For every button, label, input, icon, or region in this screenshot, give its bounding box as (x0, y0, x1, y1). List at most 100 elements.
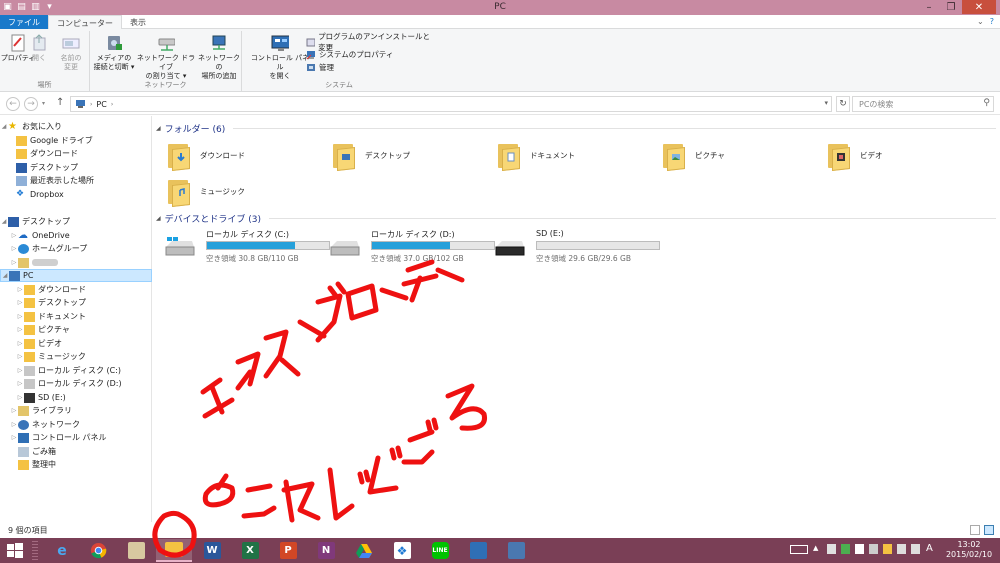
chevron-right-icon[interactable]: ▷ (16, 326, 24, 333)
breadcrumb-pc[interactable]: PC (96, 100, 106, 109)
tray-app-icon[interactable] (827, 544, 836, 554)
search-input[interactable]: PCの検索 ⚲ (852, 96, 994, 112)
drives-section-header[interactable]: ◢ デバイスとドライブ (3) (156, 211, 996, 225)
nav-pc-drive-c[interactable]: ▷ ローカル ディスク (C:) (0, 364, 152, 377)
chevron-right-icon[interactable]: ▷ (10, 407, 18, 414)
nav-item-recycle-bin[interactable]: ごみ箱 (0, 445, 152, 458)
details-view-button[interactable] (970, 525, 980, 535)
dropbox-taskbar-icon[interactable]: ❖ (384, 539, 420, 562)
volume-icon[interactable] (911, 544, 920, 554)
chevron-right-icon[interactable]: ▷ (16, 367, 24, 374)
chevron-right-icon[interactable]: ▷ (10, 245, 18, 252)
chevron-down-icon[interactable]: ◢ (1, 272, 9, 279)
nav-pc-desktop[interactable]: ▷ デスクトップ (0, 296, 152, 309)
chevron-right-icon[interactable]: ▷ (10, 232, 18, 239)
ime-indicator[interactable]: A (926, 543, 933, 554)
folder-desktop[interactable]: デスクトップ (331, 138, 481, 172)
media-connect-button[interactable]: メディアの 接続と切断 ▾ (92, 34, 136, 72)
forward-button[interactable]: → (24, 97, 38, 111)
recent-locations-icon[interactable]: ▾ (42, 100, 45, 107)
address-field[interactable]: › PC › ▾ (70, 96, 832, 112)
chevron-right-icon[interactable]: ▷ (16, 286, 24, 293)
internet-explorer-icon[interactable]: e (44, 539, 80, 562)
up-button[interactable]: ↑ (56, 97, 64, 108)
google-drive-icon[interactable] (346, 539, 382, 562)
tray-sync-icon[interactable] (841, 544, 850, 554)
folder-pictures[interactable]: ピクチャ (661, 138, 811, 172)
chevron-up-icon[interactable]: ▲ (813, 544, 822, 554)
close-button[interactable]: ✕ (962, 0, 996, 14)
nav-pc[interactable]: ◢ PC (0, 269, 152, 282)
chevron-down-icon[interactable]: ◢ (156, 125, 161, 132)
chevron-right-icon[interactable]: ▷ (10, 259, 18, 266)
chevron-down-icon[interactable]: ◢ (0, 123, 8, 130)
drive-e[interactable]: SD (E:) 空き領域 29.6 GB/29.6 GB (494, 229, 660, 265)
chevron-right-icon[interactable]: ▷ (16, 340, 24, 347)
flag-icon[interactable] (855, 544, 864, 554)
nav-item-organizing[interactable]: 整理中 (0, 458, 152, 471)
manage-button[interactable]: 管理 (306, 61, 434, 74)
chevron-down-icon[interactable]: ◢ (0, 218, 8, 225)
photos-app-icon[interactable] (118, 539, 154, 562)
nav-item-downloads[interactable]: ダウンロード (0, 147, 152, 160)
nav-item-recent-places[interactable]: 最近表示した場所 (0, 174, 152, 187)
windows-start-icon[interactable] (6, 542, 24, 560)
add-network-location-button[interactable]: ネットワークの 場所の追加 (196, 34, 242, 81)
powerpoint-icon[interactable]: P (270, 539, 306, 562)
folder-music[interactable]: ミュージック (166, 174, 316, 208)
tab-file[interactable]: ファイル (0, 15, 48, 29)
tray-drive-icon[interactable] (883, 544, 892, 554)
chevron-down-icon[interactable]: ▾ (824, 99, 828, 107)
nav-item-onedrive[interactable]: ▷ ☁ OneDrive (0, 229, 152, 242)
folders-section-header[interactable]: ◢ フォルダー (6) (156, 121, 996, 135)
rename-button[interactable]: 名前の 変更 (52, 34, 90, 72)
map-network-drive-button[interactable]: ネットワーク ドライブ の割り当て ▾ (136, 34, 196, 81)
chevron-down-icon[interactable]: ◢ (156, 215, 161, 222)
network-tray-icon[interactable] (897, 544, 906, 554)
tab-view[interactable]: 表示 (122, 15, 154, 29)
nav-item-google-drive[interactable]: Google ドライブ (0, 134, 152, 147)
nav-pc-videos[interactable]: ▷ ビデオ (0, 337, 152, 350)
nav-item-control-panel[interactable]: ▷ コントロール パネル (0, 431, 152, 444)
help-icon[interactable]: ? (990, 17, 994, 26)
chevron-right-icon[interactable]: ▷ (10, 421, 18, 428)
folder-downloads[interactable]: ダウンロード (166, 138, 316, 172)
nav-favorites[interactable]: ◢ ★ お気に入り (0, 120, 152, 133)
open-button[interactable]: 開く (28, 34, 50, 63)
tab-computer[interactable]: コンピューター (48, 15, 122, 30)
nav-pc-documents[interactable]: ▷ ドキュメント (0, 310, 152, 323)
word-icon[interactable]: W (194, 539, 230, 562)
chevron-right-icon[interactable]: ▷ (16, 353, 24, 360)
nav-pc-music[interactable]: ▷ ミュージック (0, 350, 152, 363)
maximize-button[interactable]: ❐ (940, 0, 962, 14)
nav-item-homegroup[interactable]: ▷ ホームグループ (0, 242, 152, 255)
uninstall-program-button[interactable]: プログラムのアンインストールと変更 (306, 32, 434, 52)
nav-item-desktop[interactable]: デスクトップ (0, 161, 152, 174)
nav-item-user-blurred[interactable]: ▷ (0, 256, 152, 269)
nav-item-dropbox[interactable]: ❖ Dropbox (0, 188, 152, 201)
refresh-button[interactable]: ↻ (836, 96, 850, 112)
keyboard-icon[interactable] (790, 544, 808, 554)
line-app-icon[interactable]: LINE (422, 539, 458, 562)
chrome-icon[interactable] (80, 539, 116, 562)
nav-item-libraries[interactable]: ▷ ライブラリ (0, 404, 152, 417)
system-properties-taskbar-icon[interactable] (498, 539, 534, 562)
folder-documents[interactable]: ドキュメント (496, 138, 646, 172)
folder-videos[interactable]: ビデオ (826, 138, 976, 172)
drive-d[interactable]: ローカル ディスク (D:) 空き領域 37.0 GB/102 GB (329, 229, 495, 265)
onenote-icon[interactable]: N (308, 539, 344, 562)
clock[interactable]: 13:02 2015/02/10 (942, 540, 996, 560)
nav-pc-drive-e[interactable]: ▷ SD (E:) (0, 391, 152, 404)
control-panel-taskbar-icon[interactable] (460, 539, 496, 562)
chevron-right-icon[interactable]: ▷ (16, 380, 24, 387)
back-button[interactable]: ← (6, 97, 20, 111)
large-icons-view-button[interactable] (984, 525, 994, 535)
chevron-right-icon[interactable]: ▷ (16, 394, 24, 401)
excel-icon[interactable]: X (232, 539, 268, 562)
nav-pc-drive-d[interactable]: ▷ ローカル ディスク (D:) (0, 377, 152, 390)
nav-item-network[interactable]: ▷ ネットワーク (0, 418, 152, 431)
nav-pc-downloads[interactable]: ▷ ダウンロード (0, 283, 152, 296)
chevron-right-icon[interactable]: ▷ (16, 299, 24, 306)
drive-c[interactable]: ローカル ディスク (C:) 空き領域 30.8 GB/110 GB (164, 229, 330, 265)
open-control-panel-button[interactable]: コントロール パネル を開く (250, 34, 310, 81)
